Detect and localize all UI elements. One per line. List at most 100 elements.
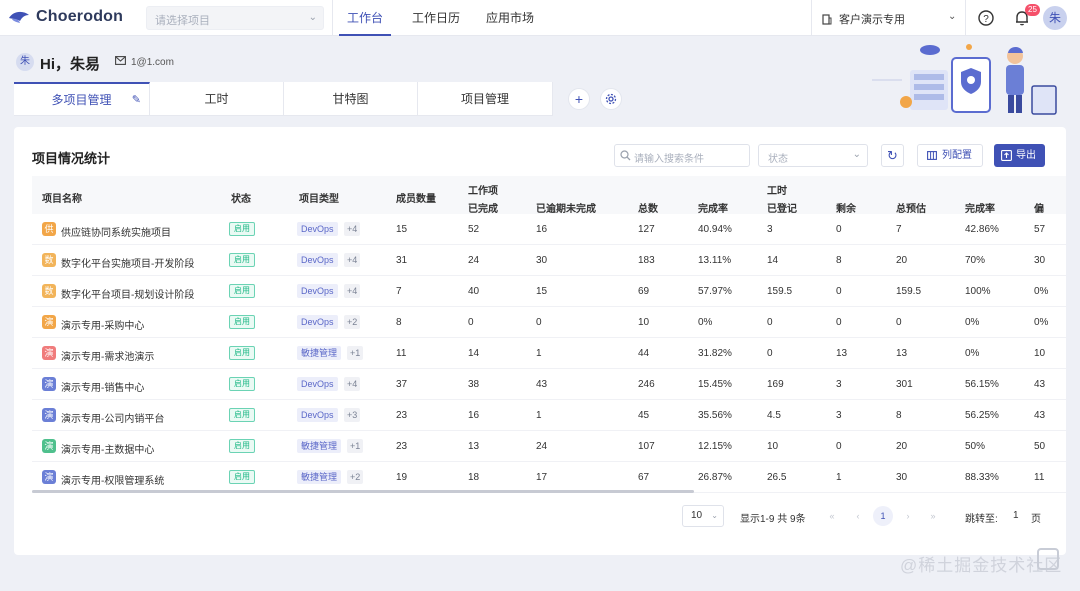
column-header[interactable]: 已完成: [468, 200, 498, 215]
project-name[interactable]: 演示专用-公司内销平台: [61, 410, 164, 425]
cell-estimate: 0: [896, 317, 902, 328]
chat-icon[interactable]: [1037, 548, 1059, 570]
more-types-tag[interactable]: +4: [344, 377, 361, 391]
more-types-tag[interactable]: +4: [344, 284, 361, 298]
tab-gantt[interactable]: 甘特图: [284, 82, 418, 116]
card-title: 项目情况统计: [32, 151, 111, 166]
column-header[interactable]: 偏: [1034, 200, 1044, 215]
table-row[interactable]: 演演示专用-采购中心 启用 DevOps +2 8 0 0 10 0% 0 0 0 0% 0%: [32, 307, 1066, 338]
column-header[interactable]: 完成率: [965, 200, 995, 215]
tab-project-management[interactable]: 项目管理: [418, 82, 553, 116]
help-icon[interactable]: ?: [977, 9, 995, 27]
search-input[interactable]: 请输入搜索条件: [614, 144, 750, 167]
more-types-tag[interactable]: +4: [344, 222, 361, 236]
cell-members: 15: [396, 224, 408, 235]
more-types-tag[interactable]: +2: [344, 315, 361, 329]
prev-page-button[interactable]: ‹: [848, 506, 868, 526]
status-badge: 启用: [229, 315, 255, 329]
status-select[interactable]: 状态 ⌄: [758, 144, 868, 167]
jump-input[interactable]: 1: [1013, 510, 1019, 521]
status-badge: 启用: [229, 377, 255, 391]
next-page-button[interactable]: ›: [898, 506, 918, 526]
edit-icon[interactable]: ✎: [132, 84, 141, 116]
cell-estimate: 20: [896, 255, 908, 266]
user-avatar[interactable]: 朱: [1043, 6, 1067, 30]
horizontal-scrollbar[interactable]: [32, 490, 694, 493]
cell-logged: 10: [767, 441, 779, 452]
project-name[interactable]: 演示专用-权限管理系统: [61, 472, 164, 487]
first-page-button[interactable]: «: [822, 506, 842, 526]
cell-hrate: 56.15%: [965, 379, 999, 390]
cell-rate: 40.94%: [698, 224, 732, 235]
cell-rate: 31.82%: [698, 348, 732, 359]
more-types-tag[interactable]: +3: [344, 408, 361, 422]
column-header[interactable]: 项目类型: [299, 190, 339, 205]
cell-overdue: 30: [536, 255, 548, 266]
project-name[interactable]: 演示专用-需求池演示: [61, 348, 154, 363]
tab-label: 工时: [204, 92, 229, 106]
cell-dev: 30: [1034, 255, 1046, 266]
page-number[interactable]: 1: [873, 506, 893, 526]
table-row[interactable]: 供供应链协同系统实施项目 启用 DevOps +4 15 52 16 127 40.94% 3 0 7…: [32, 214, 1066, 245]
cell-total: 45: [638, 410, 650, 421]
nav-work-calendar[interactable]: 工作日历: [412, 0, 460, 36]
table-row[interactable]: 演演示专用-公司内销平台 启用 DevOps +3 23 16 1 45 35.56% 4.5 3 8…: [32, 400, 1066, 431]
project-name[interactable]: 数字化平台项目-规划设计阶段: [61, 286, 194, 301]
table-row[interactable]: 数数字化平台项目-规划设计阶段 启用 DevOps +4 7 40 15 69 57.97% 15…: [32, 276, 1066, 307]
cell-remain: 3: [836, 379, 842, 390]
project-type-tag: DevOps: [297, 315, 338, 329]
nav-app-market[interactable]: 应用市场: [486, 0, 534, 36]
tab-multi-project[interactable]: 多项目管理 ✎: [14, 82, 150, 116]
cell-total: 246: [638, 379, 655, 390]
add-tab-button[interactable]: +: [568, 88, 590, 110]
cell-done: 0: [468, 317, 474, 328]
cell-logged: 3: [767, 224, 773, 235]
page-size-select[interactable]: 10 ⌄: [682, 505, 724, 527]
column-header[interactable]: 总预估: [896, 200, 926, 215]
table-row[interactable]: 演演示专用-需求池演示 启用 敏捷管理 +1 11 14 1 44 31.82% 0 13 13 0% 1…: [32, 338, 1066, 369]
table-row[interactable]: 演演示专用-主数据中心 启用 敏捷管理 +1 23 13 24 107 12.15% 10 0 20 5…: [32, 431, 1066, 462]
org-switcher[interactable]: 客户演示专用 ⌄: [822, 11, 956, 27]
project-name[interactable]: 演示专用-销售中心: [61, 379, 144, 394]
cell-logged: 159.5: [767, 286, 793, 297]
column-header[interactable]: 成员数量: [396, 190, 436, 205]
column-header[interactable]: 总数: [638, 200, 658, 215]
table-row[interactable]: 演演示专用-权限管理系统 启用 敏捷管理 +2 19 18 17 67 26.87% 26.5 1 3…: [32, 462, 1066, 493]
project-name[interactable]: 供应链协同系统实施项目: [61, 224, 171, 239]
column-header[interactable]: 完成率: [698, 200, 728, 215]
tab-settings-button[interactable]: [600, 88, 622, 110]
top-bar: Choerodon 请选择项目 ⌄ 工作台 工作日历 应用市场 客户演示专用 ⌄…: [0, 0, 1080, 36]
project-name[interactable]: 演示专用-采购中心: [61, 317, 144, 332]
more-types-tag[interactable]: +4: [344, 253, 361, 267]
project-name[interactable]: 数字化平台实施项目-开发阶段: [61, 255, 194, 270]
cell-done: 16: [468, 410, 480, 421]
cell-done: 40: [468, 286, 480, 297]
last-page-button[interactable]: »: [923, 506, 943, 526]
user-email: 1@1.com: [131, 57, 174, 68]
more-types-tag[interactable]: +2: [347, 470, 364, 484]
column-header[interactable]: 项目名称: [42, 190, 82, 205]
cell-rate: 35.56%: [698, 410, 732, 421]
more-types-tag[interactable]: +1: [347, 439, 364, 453]
logo[interactable]: Choerodon: [8, 8, 123, 26]
chevron-down-icon: ⌄: [308, 12, 317, 23]
column-header[interactable]: 状态: [231, 190, 251, 205]
logo-icon: [9, 11, 29, 23]
column-header[interactable]: 剩余: [836, 200, 856, 215]
refresh-button[interactable]: ↻: [881, 144, 904, 167]
tab-worktime[interactable]: 工时: [150, 82, 284, 116]
column-header[interactable]: 已逾期未完成: [536, 200, 596, 215]
nav-workbench[interactable]: 工作台: [338, 0, 392, 36]
status-badge: 启用: [229, 253, 255, 267]
column-config-button[interactable]: 列配置: [917, 144, 983, 167]
cell-members: 11: [396, 348, 407, 359]
column-header[interactable]: 已登记: [767, 200, 797, 215]
table-row[interactable]: 演演示专用-销售中心 启用 DevOps +4 37 38 43 246 15.45% 169 3 3…: [32, 369, 1066, 400]
table-row[interactable]: 数数字化平台实施项目-开发阶段 启用 DevOps +4 31 24 30 183 13.11%…: [32, 245, 1066, 276]
cell-rate: 57.97%: [698, 286, 732, 297]
cell-hrate: 0%: [965, 317, 980, 328]
project-name[interactable]: 演示专用-主数据中心: [61, 441, 154, 456]
more-types-tag[interactable]: +1: [347, 346, 364, 360]
project-select[interactable]: 请选择项目 ⌄: [146, 6, 324, 30]
export-button[interactable]: 导出: [994, 144, 1045, 167]
